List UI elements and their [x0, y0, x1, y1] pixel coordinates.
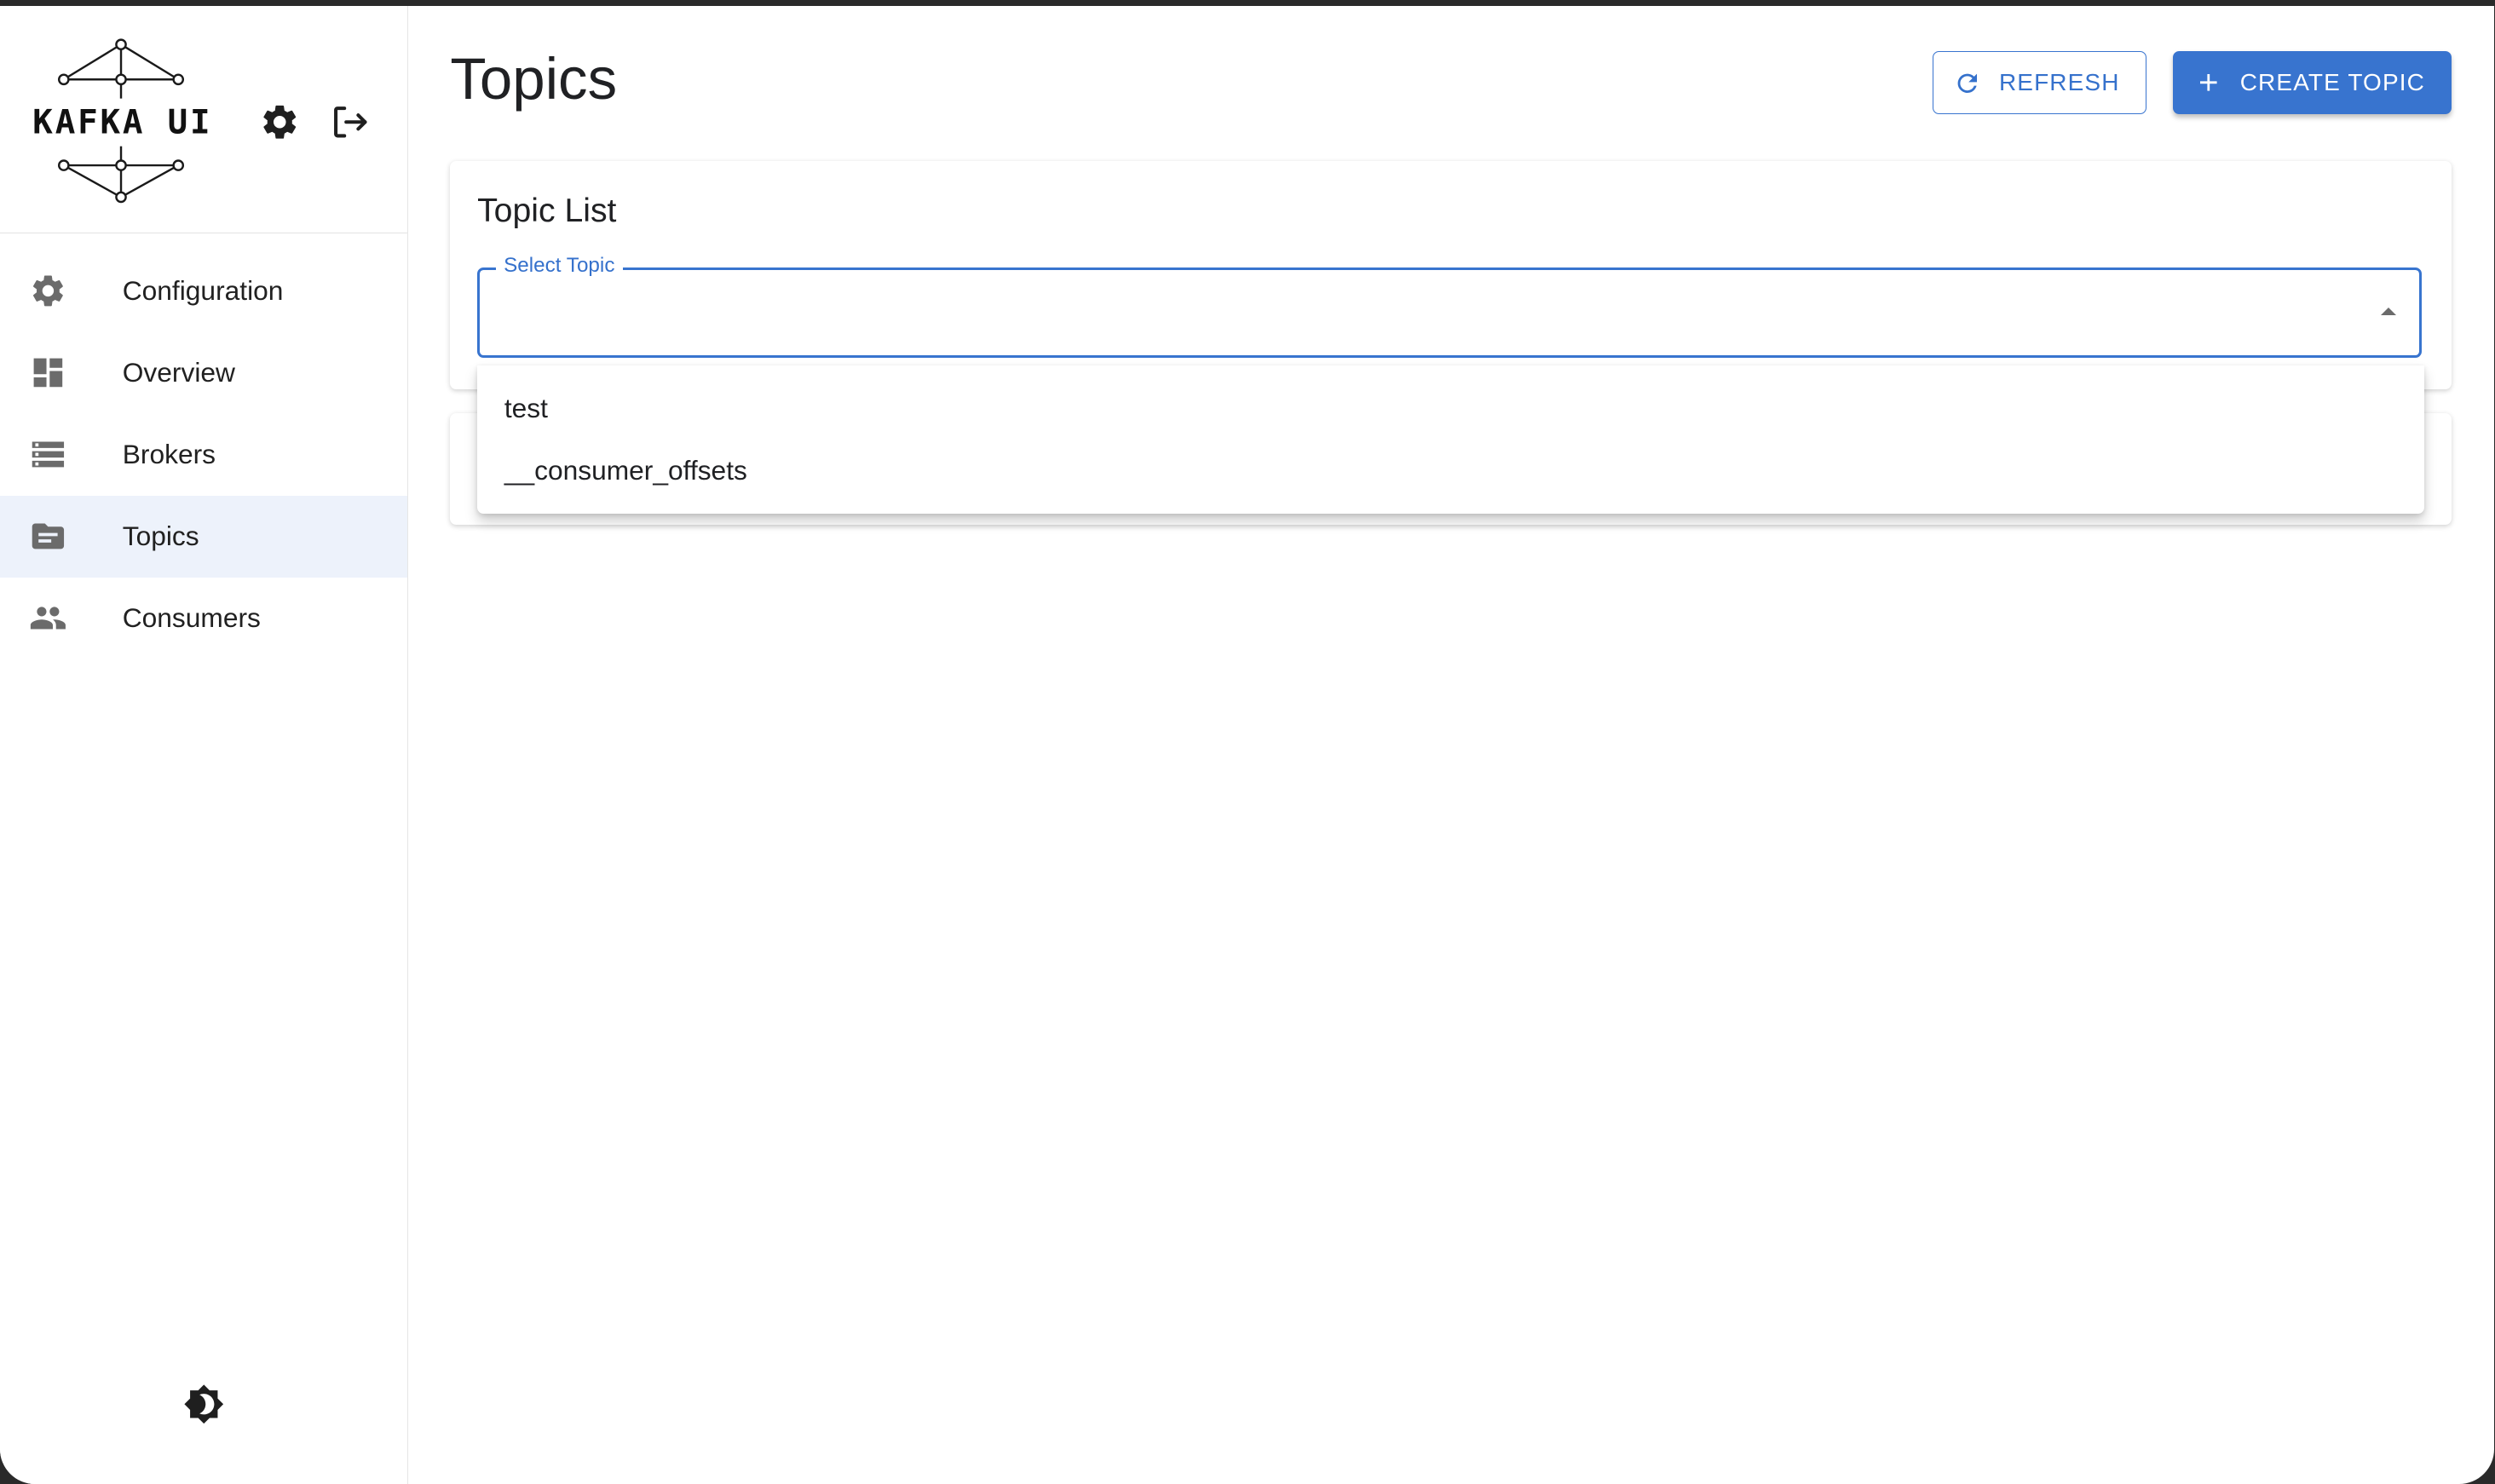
topic-list-card: Topic List Select Topic: [450, 160, 2452, 390]
sidebar-item-label: Topics: [122, 521, 199, 552]
page-title: Topics: [450, 45, 618, 112]
logout-icon[interactable]: [329, 101, 371, 143]
people-icon: [29, 599, 67, 637]
settings-gear-icon[interactable]: [259, 101, 301, 143]
refresh-label: REFRESH: [1998, 69, 2120, 96]
sidebar-item-label: Consumers: [122, 602, 261, 634]
app-window: KAFKA UI Configuration Overview Brokers …: [0, 6, 2495, 1484]
sidebar-item-configuration[interactable]: Configuration: [0, 250, 407, 331]
sidebar-nav: Configuration Overview Brokers Topics Co…: [0, 250, 407, 659]
folder-icon: [29, 517, 67, 555]
sidebar-item-label: Brokers: [122, 438, 216, 469]
topic-option-consumer-offsets[interactable]: __consumer_offsets: [504, 455, 747, 486]
refresh-button[interactable]: REFRESH: [1933, 50, 2146, 115]
arrow-up-icon[interactable]: [2381, 308, 2397, 316]
card-title: Topic List: [477, 192, 617, 229]
plus-icon: [2199, 74, 2217, 91]
topic-dropdown-menu: test __consumer_offsets: [477, 365, 2425, 515]
brand-header: KAFKA UI: [0, 6, 407, 233]
sidebar-item-overview[interactable]: Overview: [0, 331, 407, 413]
sidebar-item-label: Configuration: [122, 274, 284, 306]
sidebar-item-brokers[interactable]: Brokers: [0, 413, 407, 495]
create-topic-label: CREATE TOPIC: [2239, 69, 2425, 96]
logo-text: KAFKA UI: [32, 104, 212, 142]
sidebar-item-label: Overview: [122, 356, 235, 388]
gear-icon: [29, 272, 67, 310]
select-topic-field[interactable]: Select Topic: [477, 253, 2422, 359]
refresh-icon: [1957, 73, 1977, 94]
sidebar: KAFKA UI Configuration Overview Brokers …: [0, 6, 408, 1484]
select-topic-label: Select Topic: [495, 253, 623, 278]
kafka-ui-logo: KAFKA UI: [26, 35, 220, 214]
create-topic-button[interactable]: CREATE TOPIC: [2173, 50, 2452, 115]
sidebar-item-consumers[interactable]: Consumers: [0, 578, 407, 659]
sidebar-item-topics[interactable]: Topics: [0, 495, 407, 578]
topic-option-test[interactable]: test: [504, 393, 548, 424]
brightness-icon[interactable]: [183, 1383, 225, 1425]
dashboard-icon: [29, 354, 67, 392]
list-icon: [29, 435, 67, 474]
main-content: Topics REFRESH CREATE TOPIC Topic List S…: [409, 6, 2495, 1483]
